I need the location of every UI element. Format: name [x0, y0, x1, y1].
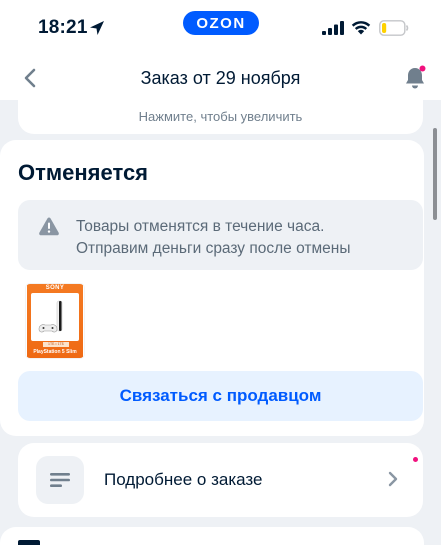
battery-icon — [379, 20, 409, 36]
new-indicator-dot — [413, 457, 418, 462]
notice-line-2: Отправим деньги сразу после отмены — [76, 240, 351, 257]
notice-line-1: Товары отменятся в течение часа. — [76, 218, 325, 235]
order-status-title: Отменяется — [18, 160, 149, 185]
order-details-label: Подробнее о заказе — [104, 470, 263, 489]
product-box-image: SONY 1ТБ • 1ТБ PlayStation 5 Slim — [27, 284, 83, 358]
product-brand: SONY — [45, 285, 65, 291]
bell-icon[interactable] — [403, 65, 427, 91]
order-status-card: Отменяется Товары отменятся в течение ча… — [0, 140, 424, 436]
console-image — [38, 300, 63, 333]
cancellation-notice: Товары отменятся в течение часа. Отправи… — [18, 200, 423, 270]
zoom-hint-card[interactable]: Нажмите, чтобы увеличить — [18, 100, 423, 134]
contact-seller-button[interactable]: Связаться с продавцом — [18, 371, 423, 421]
product-name: PlayStation 5 Slim — [33, 349, 77, 355]
page-header: Заказ от 29 ноября — [0, 56, 441, 100]
details-icon-container — [36, 456, 84, 504]
location-arrow-icon — [90, 21, 104, 35]
status-bar: 18:21 OZON — [0, 0, 441, 56]
order-details-row[interactable]: Подробнее о заказе — [18, 443, 423, 517]
product-thumbnail[interactable]: SONY 1ТБ • 1ТБ PlayStation 5 Slim — [26, 284, 84, 358]
wifi-icon — [351, 21, 371, 35]
warning-icon — [39, 217, 59, 236]
zoom-hint-text: Нажмите, чтобы увеличить — [138, 109, 303, 124]
chevron-right-icon — [388, 471, 398, 487]
ozon-logo-badge[interactable]: OZON — [183, 11, 259, 35]
notification-dot — [419, 65, 426, 72]
product-spec: 1ТБ • 1ТБ — [43, 342, 69, 347]
contact-seller-label: Связаться с продавцом — [119, 386, 322, 405]
cellular-signal-icon — [322, 21, 344, 35]
status-time: 18:21 — [38, 17, 88, 38]
page-title: Заказ от 29 ноября — [140, 68, 301, 88]
list-lines-icon — [50, 473, 70, 487]
scrollbar-thumb[interactable] — [433, 128, 437, 220]
ozon-logo-text: OZON — [196, 14, 246, 32]
next-section-heading-fragment — [18, 540, 40, 545]
next-section-card — [0, 527, 424, 545]
